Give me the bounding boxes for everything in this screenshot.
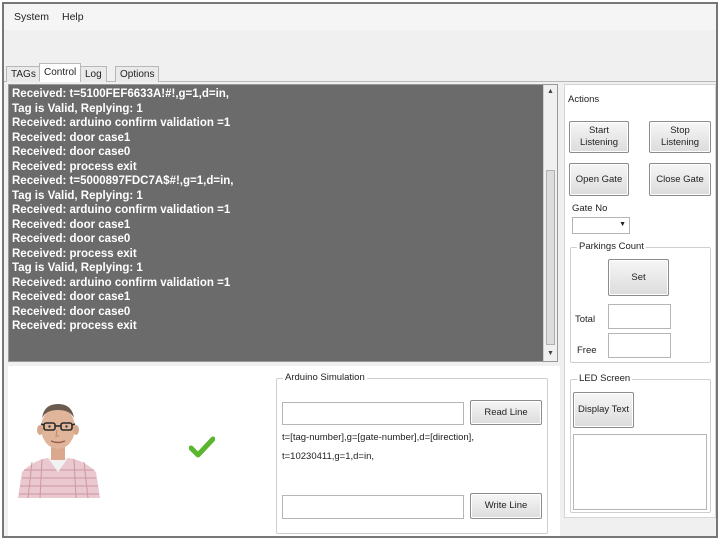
total-input[interactable] [608, 304, 671, 329]
tab-control[interactable]: Control [39, 63, 82, 82]
app-window: System Help TAGs Control Log Options Rec… [2, 2, 718, 538]
close-gate-button[interactable]: Close Gate [649, 163, 711, 196]
log-line: Received: arduino confirm validation =1 [12, 276, 231, 289]
bottom-area: Arduino Simulation Read Line t=[tag-numb… [8, 366, 560, 536]
led-text-area[interactable] [573, 434, 707, 510]
write-line-button[interactable]: Write Line [470, 493, 542, 519]
scroll-down-arrow-icon[interactable]: ▼ [547, 350, 554, 357]
format-hint-text: t=[tag-number],g=[gate-number],d=[direct… [282, 432, 474, 443]
log-scrollbar[interactable]: ▲ ▼ [543, 85, 557, 361]
log-line: Received: door case1 [12, 291, 131, 303]
free-label: Free [577, 345, 597, 356]
tab-tags[interactable]: TAGs [6, 66, 41, 82]
log-line: Tag is Valid, Replying: 1 [12, 262, 143, 274]
tab-options[interactable]: Options [115, 66, 160, 82]
actions-title: Actions [568, 94, 600, 105]
log-line: Tag is Valid, Replying: 1 [12, 102, 143, 115]
log-line: Received: arduino confirm validation =1 [12, 204, 231, 216]
free-input[interactable] [608, 333, 671, 358]
scroll-up-arrow-icon[interactable]: ▲ [547, 88, 554, 95]
gate-no-select[interactable]: ▼ [572, 217, 630, 234]
log-line: Received: door case1 [12, 218, 131, 231]
open-gate-button[interactable]: Open Gate [569, 163, 629, 196]
log-line: Received: t=5100FEF6633A!#!,g=1,d=in, [12, 88, 230, 100]
tab-strip: TAGs Control Log Options [4, 62, 716, 82]
stop-listening-button[interactable]: Stop Listening [649, 121, 711, 153]
log-line: Received: arduino confirm validation =1 [12, 117, 231, 129]
menu-system[interactable]: System [14, 11, 49, 23]
log-line: Tag is Valid, Replying: 1 [12, 189, 143, 202]
display-text-button[interactable]: Display Text [573, 392, 634, 428]
log-lines: Received: t=5100FEF6633A!#!,g=1,d=in, Ta… [12, 87, 542, 334]
log-line: Received: door case0 [12, 233, 131, 245]
menu-help[interactable]: Help [62, 11, 84, 23]
read-line-input[interactable] [282, 402, 464, 425]
led-screen-title: LED Screen [577, 373, 633, 384]
log-line: Received: door case0 [12, 305, 131, 318]
arduino-simulation-group: Arduino Simulation Read Line t=[tag-numb… [276, 372, 548, 534]
chevron-down-icon: ▼ [619, 221, 626, 228]
green-checkmark-icon [189, 436, 215, 458]
write-line-input[interactable] [282, 495, 464, 519]
log-line: Received: process exit [12, 320, 137, 332]
gate-no-label: Gate No [572, 203, 608, 214]
log-line: Received: process exit [12, 247, 137, 260]
arduino-simulation-title: Arduino Simulation [283, 372, 367, 383]
menu-bar: System Help [4, 4, 716, 30]
tab-log[interactable]: Log [80, 66, 107, 82]
parkings-count-title: Parkings Count [577, 241, 646, 252]
total-label: Total [575, 314, 596, 325]
log-console[interactable]: Received: t=5100FEF6633A!#!,g=1,d=in, Ta… [8, 84, 558, 362]
example-text: t=10230411,g=1,d=in, [282, 451, 375, 462]
log-line: Received: process exit [12, 160, 137, 173]
scroll-thumb[interactable] [546, 170, 555, 345]
log-line: Received: door case1 [12, 131, 131, 144]
user-portrait-icon [14, 392, 102, 498]
start-listening-button[interactable]: Start Listening [569, 121, 629, 153]
led-screen-group: LED Screen Display Text [570, 373, 711, 513]
actions-panel: Actions Start Listening Stop Listening O… [564, 84, 716, 518]
read-line-button[interactable]: Read Line [470, 400, 542, 425]
log-line: Received: t=5000897FDC7A$#!,g=1,d=in, [12, 175, 234, 187]
set-button[interactable]: Set [608, 259, 669, 296]
parkings-count-group: Parkings Count Set Total Free [570, 241, 711, 363]
log-line: Received: door case0 [12, 146, 131, 158]
